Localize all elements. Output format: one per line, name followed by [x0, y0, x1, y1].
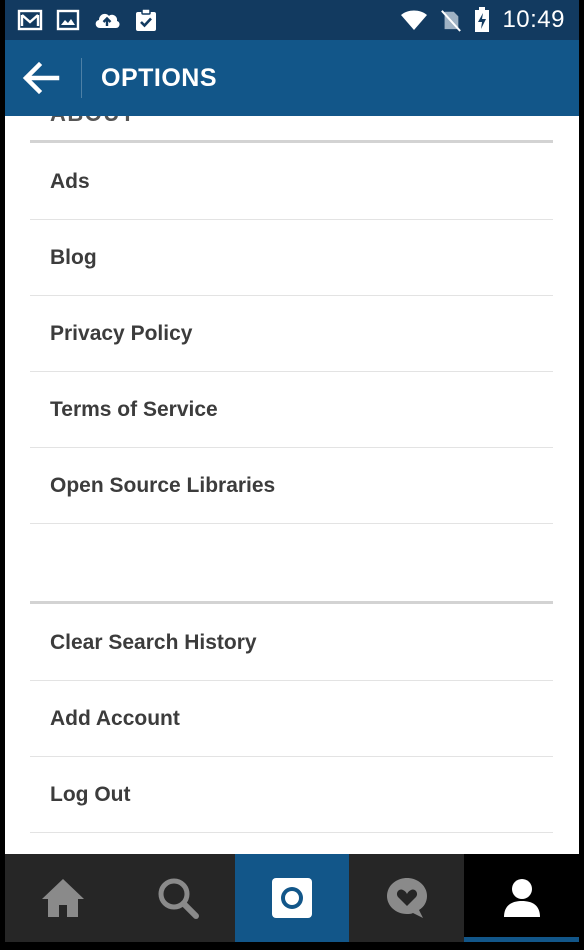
section-divider	[30, 140, 553, 143]
menu-item-label: Blog	[50, 245, 97, 269]
back-arrow-icon	[22, 61, 60, 95]
nav-tab-home[interactable]	[5, 854, 120, 942]
profile-icon	[503, 879, 540, 917]
activity-heart-icon	[386, 878, 427, 918]
status-bar: 10:49	[5, 0, 579, 40]
camera-icon	[272, 878, 312, 918]
nav-tab-activity[interactable]	[349, 854, 464, 942]
bottom-nav	[5, 854, 579, 942]
menu-item-terms-of-service[interactable]: Terms of Service	[30, 372, 553, 448]
section-divider	[30, 601, 553, 604]
options-list[interactable]: ABOUT Ads Blog Privacy Policy Terms of S…	[5, 116, 579, 854]
search-icon	[158, 878, 199, 919]
nav-tab-search[interactable]	[120, 854, 235, 942]
status-time: 10:49	[502, 6, 565, 33]
menu-item-label: Privacy Policy	[50, 321, 193, 345]
menu-item-add-account[interactable]: Add Account	[30, 681, 553, 757]
nav-tab-camera[interactable]	[235, 854, 349, 942]
menu-item-privacy-policy[interactable]: Privacy Policy	[30, 296, 553, 372]
page-title: OPTIONS	[101, 64, 218, 92]
menu-item-label: Log Out	[50, 782, 131, 806]
cloud-upload-icon	[95, 13, 120, 28]
menu-item-label: Clear Search History	[50, 630, 257, 654]
menu-item-clear-search-history[interactable]: Clear Search History	[30, 605, 553, 681]
menu-item-log-out[interactable]: Log Out	[30, 757, 553, 833]
menu-item-blog[interactable]: Blog	[30, 220, 553, 296]
app-bar-divider	[81, 58, 82, 98]
section-header-about: ABOUT	[50, 116, 136, 126]
menu-item-label: Ads	[50, 169, 90, 193]
wifi-icon	[401, 10, 428, 30]
battery-charging-icon	[475, 7, 490, 32]
bottom-edge	[5, 942, 579, 950]
menu-item-label: Terms of Service	[50, 397, 218, 421]
no-sim-icon	[441, 10, 462, 32]
gmail-icon	[17, 9, 43, 31]
image-icon	[56, 9, 80, 31]
menu-item-ads[interactable]: Ads	[30, 144, 553, 220]
nav-tab-profile[interactable]	[464, 854, 579, 942]
app-bar: OPTIONS	[5, 40, 579, 116]
menu-item-label: Open Source Libraries	[50, 473, 276, 497]
menu-item-label: Add Account	[50, 706, 180, 730]
clipboard-check-icon	[136, 8, 156, 31]
menu-item-open-source-libraries[interactable]: Open Source Libraries	[30, 448, 553, 524]
options-screen: 10:49 OPTIONS ABOUT Ads Blog Privacy Pol…	[5, 0, 579, 950]
home-icon	[41, 879, 84, 917]
back-button[interactable]	[19, 56, 67, 100]
